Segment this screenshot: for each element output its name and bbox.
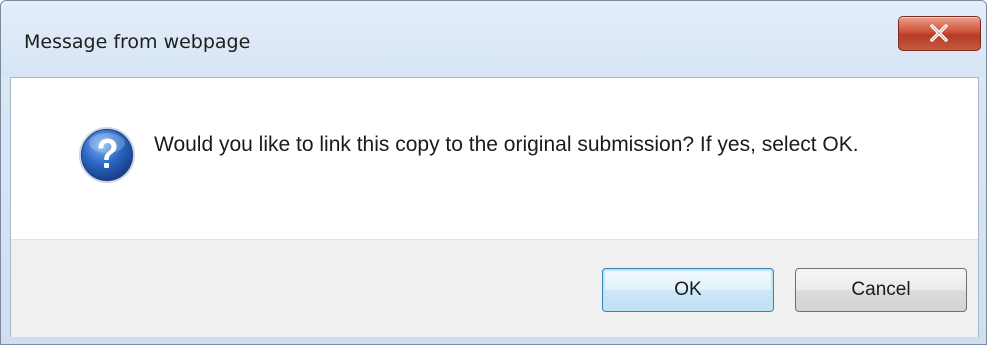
dialog-window: Message from webpage Would you like to l… xyxy=(0,0,987,345)
message-area: Would you like to link this copy to the … xyxy=(11,78,978,239)
title-bar[interactable]: Message from webpage xyxy=(1,1,986,77)
close-icon xyxy=(930,24,948,42)
cancel-button[interactable]: Cancel xyxy=(795,268,967,312)
dialog-content: Would you like to link this copy to the … xyxy=(10,77,979,337)
dialog-message: Would you like to link this copy to the … xyxy=(154,133,859,156)
dialog-title: Message from webpage xyxy=(24,31,251,53)
question-icon xyxy=(77,125,137,185)
button-bar: OK Cancel xyxy=(11,239,978,337)
close-button[interactable] xyxy=(898,16,981,51)
ok-button[interactable]: OK xyxy=(602,268,774,312)
